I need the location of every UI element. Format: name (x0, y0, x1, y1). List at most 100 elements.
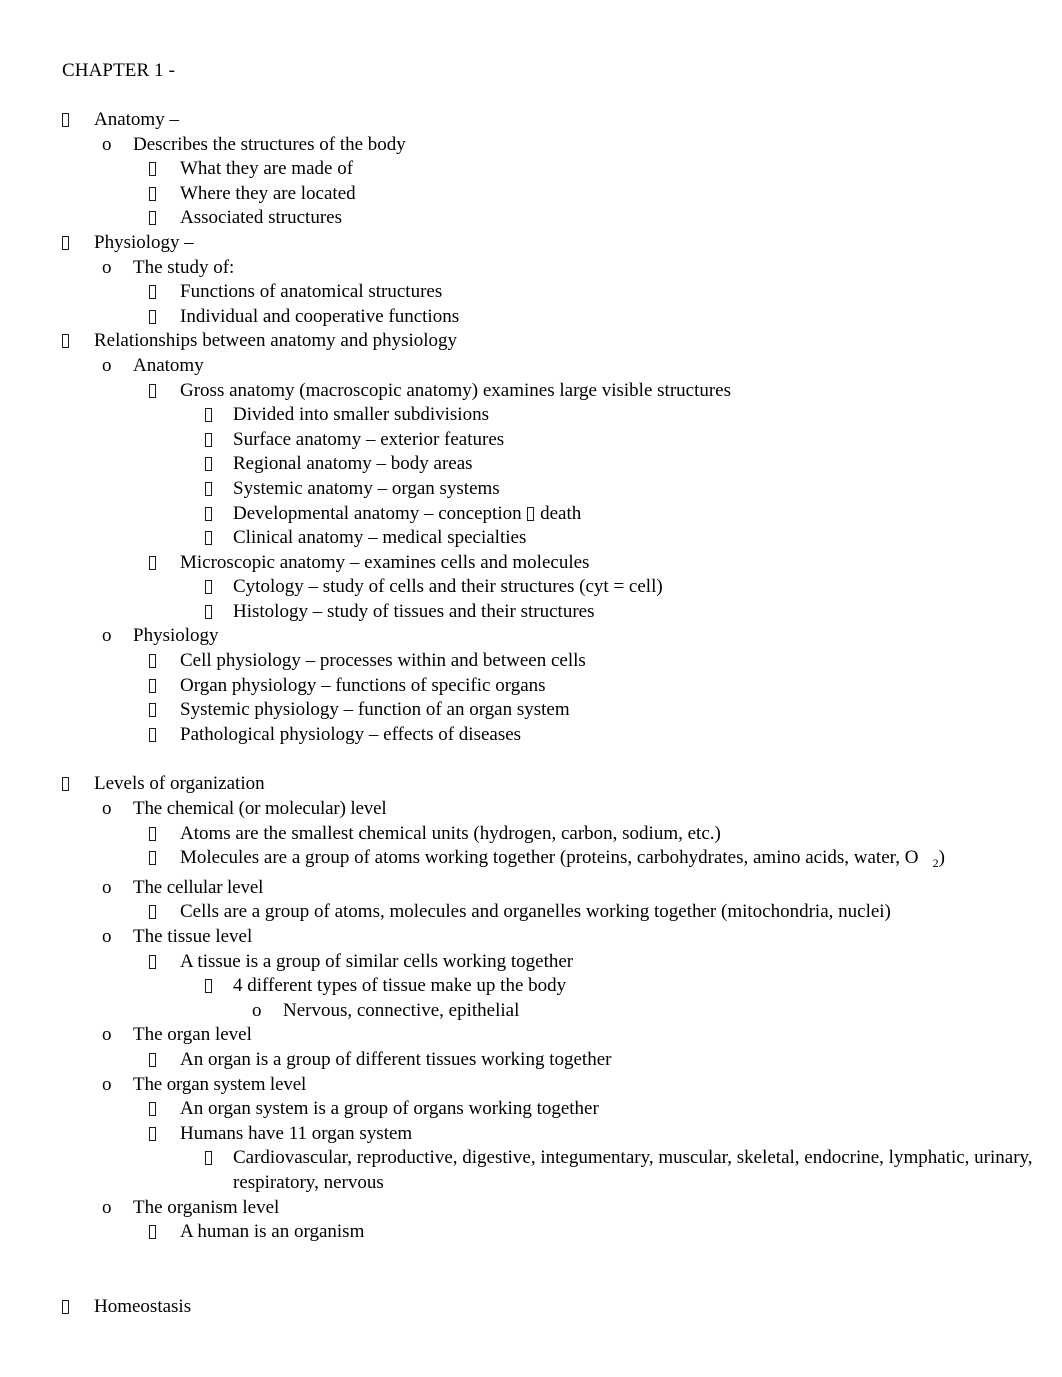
missing-glyph-box-icon (205, 979, 212, 994)
outline-marker-o: o (102, 876, 112, 898)
outline-item-text: Pathological physiology – effects of dis… (180, 723, 522, 745)
outline-bullet-icon (205, 428, 233, 453)
missing-glyph-box-icon (149, 186, 156, 201)
outline-item-text: Histology – study of tissues and their s… (233, 600, 595, 622)
outline-bullet-icon (149, 305, 180, 330)
missing-glyph-box-icon (149, 678, 156, 693)
outline-item-text: Humans have 11 organ system (180, 1122, 413, 1144)
page-title: CHAPTER 1 - (62, 60, 175, 81)
outline-item-text: 4 different types of tissue make up the … (233, 975, 567, 997)
outline-item: o The tissue level (0, 925, 1062, 950)
missing-glyph-box-icon (149, 162, 156, 177)
outline-bullet-icon (205, 575, 233, 600)
outline-item-text: Cell physiology – processes within and b… (180, 650, 586, 672)
outline-item: Cytology – study of cells and their stru… (0, 575, 1062, 600)
outline-item: 4 different types of tissue make up the … (0, 974, 1062, 999)
outline-marker-o: o (102, 798, 112, 820)
outline-bullet-icon (149, 1097, 180, 1122)
outline-item-text: Where they are located (180, 182, 356, 204)
outline-item: Cardiovascular, reproductive, digestive,… (0, 1146, 1062, 1195)
outline-item-text: Atoms are the smallest chemical units (h… (180, 822, 721, 844)
outline-bullet-icon (205, 403, 233, 428)
outline-bullet-icon (205, 452, 233, 477)
outline-item: Pathological physiology – effects of dis… (0, 723, 1062, 748)
outline-item-text: Surface anatomy – exterior features (233, 428, 505, 450)
outline-item: Physiology – (0, 231, 1062, 256)
outline-bullet-icon (205, 974, 233, 999)
outline-bullet-icon (149, 280, 180, 305)
outline-bullet-icon (205, 1146, 233, 1171)
outline-item: An organ system is a group of organs wor… (0, 1097, 1062, 1122)
outline-bullet-icon (149, 900, 180, 925)
outline-item-text: Gross anatomy (macroscopic anatomy) exam… (180, 379, 732, 401)
missing-glyph-box-icon (205, 506, 212, 521)
missing-glyph-box-icon (149, 703, 156, 718)
missing-glyph-box-icon (149, 1126, 156, 1141)
missing-glyph-box-icon (205, 531, 212, 546)
outline-item: Anatomy – (0, 108, 1062, 133)
outline-item-text: Cytology – study of cells and their stru… (233, 576, 663, 598)
outline-item: o The chemical (or molecular) level (0, 797, 1062, 822)
outline-marker-o: o (102, 926, 112, 947)
outline-item: Individual and cooperative functions (0, 305, 1062, 330)
missing-glyph-box-icon (205, 408, 212, 423)
outline-item: Molecules are a group of atoms working t… (0, 846, 1062, 876)
missing-glyph-box-icon (149, 654, 156, 669)
outline-item: Organ physiology – functions of specific… (0, 674, 1062, 699)
missing-glyph-arrow-icon (527, 506, 535, 521)
outline-marker-o: o (102, 1196, 112, 1218)
outline-item-text: The tissue level (133, 926, 253, 947)
outline-list: Anatomy – o Describes the structures of th… (0, 108, 1062, 1319)
outline-bullet-icon (62, 329, 94, 354)
outline-item-text: Levels of organization (94, 773, 265, 795)
missing-glyph-box-icon (149, 1225, 156, 1240)
outline-item: Systemic physiology – function of an org… (0, 698, 1062, 723)
outline-item-text: Cells are a group of atoms, molecules an… (180, 901, 891, 923)
missing-glyph-box-icon (62, 113, 69, 127)
outline-item-text: A human is an organism (180, 1221, 365, 1243)
missing-glyph-box-icon (205, 457, 212, 472)
outline-item-text: Anatomy – (94, 109, 179, 130)
missing-glyph-box-icon (149, 383, 156, 398)
outline-item: Divided into smaller subdivisions (0, 403, 1062, 428)
missing-glyph-box-icon (205, 432, 212, 447)
outline-bullet-icon (205, 600, 233, 625)
missing-glyph-box-icon (149, 1052, 156, 1067)
title-spacer (0, 83, 1062, 108)
outline-item: o The study of: (0, 256, 1062, 281)
outline-item-text: The cellular level (133, 876, 264, 898)
outline-item-text: Organ physiology – functions of specific… (180, 674, 546, 696)
outline-bullet-icon (149, 206, 180, 231)
outline-item-text: Functions of anatomical structures (180, 281, 443, 303)
outline-item: A tissue is a group of similar cells wor… (0, 950, 1062, 975)
missing-glyph-box-icon (62, 1299, 69, 1314)
outline-item-text: An organ is a group of different tissues… (180, 1048, 612, 1070)
outline-item: o The cellular level (0, 876, 1062, 901)
outline-bullet-icon (62, 772, 94, 797)
outline-item: o The organ system level (0, 1073, 1062, 1098)
outline-item-text: Molecules are a group of atoms working t… (180, 847, 945, 871)
outline-item-text: Describes the structures of the body (133, 133, 406, 155)
outline-item-text: Individual and cooperative functions (180, 305, 460, 327)
missing-glyph-box-icon (149, 826, 156, 841)
outline-bullet-icon (149, 846, 180, 871)
outline-item: Relationships between anatomy and physio… (0, 329, 1062, 354)
outline-bullet-icon (62, 1295, 94, 1320)
outline-item: o The organ level (0, 1023, 1062, 1048)
outline-item-text: Homeostasis (94, 1295, 192, 1317)
missing-glyph-box-icon (149, 309, 156, 324)
outline-bullet-icon (149, 1122, 180, 1147)
outline-item: Associated structures (0, 206, 1062, 231)
outline-item-text: Nervous, connective, epithelial (283, 999, 520, 1021)
outline-item: Gross anatomy (macroscopic anatomy) exam… (0, 379, 1062, 404)
outline-item-text: Regional anatomy – body areas (233, 453, 473, 475)
outline-item: Cells are a group of atoms, molecules an… (0, 900, 1062, 925)
outline-item-text: Microscopic anatomy – examines cells and… (180, 551, 590, 573)
missing-glyph-box-icon (205, 1151, 212, 1166)
outline-marker-o: o (252, 999, 262, 1021)
outline-bullet-icon (149, 950, 180, 975)
outline-marker-o: o (102, 133, 112, 155)
missing-glyph-box-icon (149, 727, 156, 742)
missing-glyph-box-icon (149, 211, 156, 226)
